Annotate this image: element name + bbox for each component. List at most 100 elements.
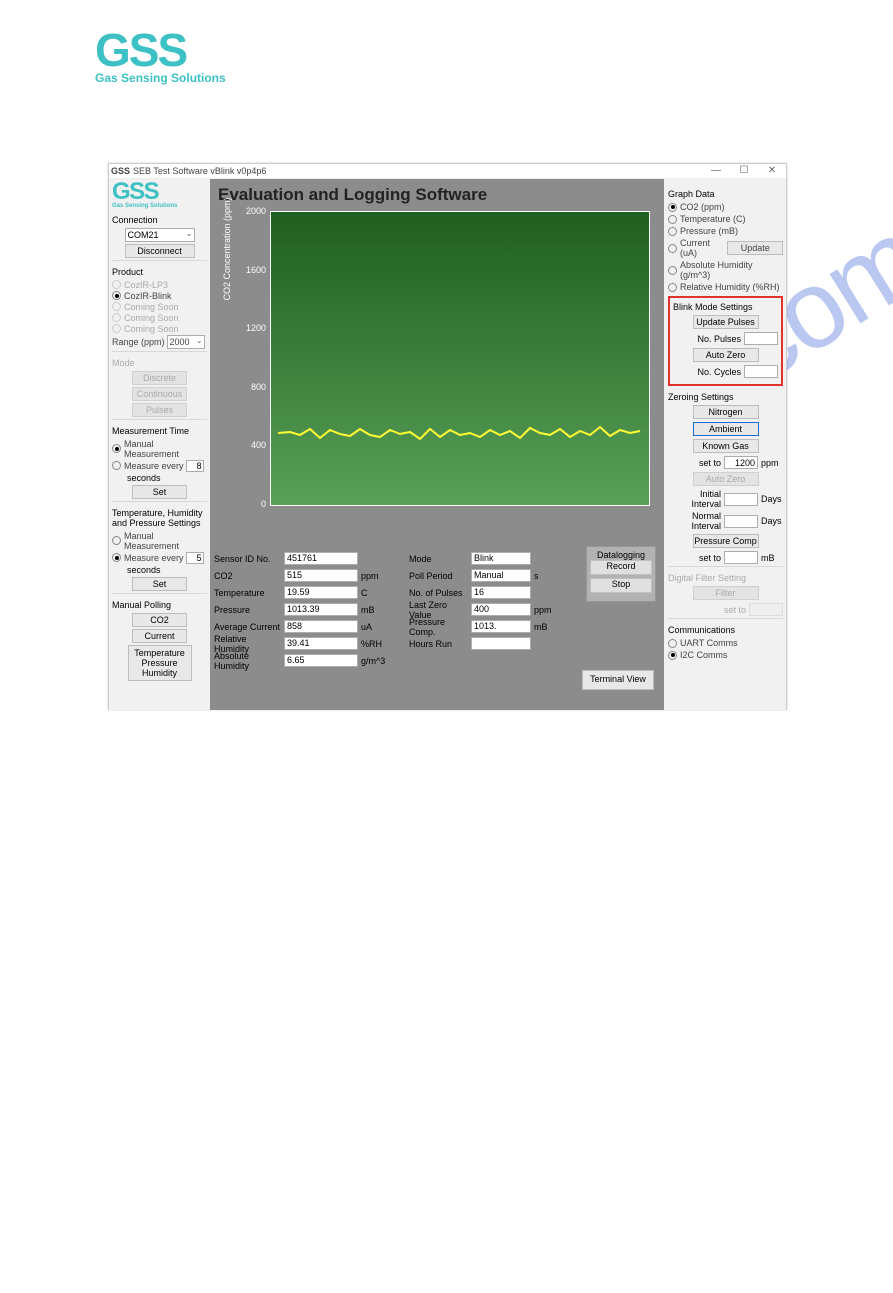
update-pulses-button[interactable]: Update Pulses [693, 315, 759, 329]
set-thp-button[interactable]: Set [132, 577, 187, 591]
data-row: Hours Run [409, 636, 589, 651]
days-unit: Days [761, 494, 783, 504]
y-axis-ticks: 2000160012008004000 [242, 206, 266, 558]
uart-radio[interactable]: UART Comms [668, 638, 783, 648]
manual-polling-label: Manual Polling [112, 600, 207, 610]
graph-radio[interactable]: Temperature (C) [668, 214, 783, 224]
chevron-down-icon: ⌄ [186, 229, 193, 238]
data-row: Pressure1013.39mB [214, 602, 409, 617]
comms-label: Communications [668, 625, 783, 635]
data-row: CO2515ppm [214, 568, 409, 583]
graph-data-label: Graph Data [668, 189, 783, 199]
setto-label: set to [668, 458, 724, 468]
pressure-comp-button[interactable]: Pressure Comp [693, 534, 759, 548]
data-row: Sensor ID No.451761 [214, 551, 409, 566]
middle-panel: Evaluation and Logging Software CO2 Conc… [210, 179, 664, 710]
thp-every-radio[interactable]: Measure every [112, 552, 207, 564]
y-axis-label: CO2 Concentration (ppm) [222, 189, 232, 309]
chart: CO2 Concentration (ppm) 2000160012008004… [220, 211, 660, 536]
product-radio: Coming Soon [112, 324, 207, 334]
graph-radio[interactable]: CO2 (ppm) [668, 202, 783, 212]
normal-input[interactable] [724, 515, 758, 528]
product-radio: Coming Soon [112, 302, 207, 312]
days-unit-2: Days [761, 516, 783, 526]
blink-mode-box: Blink Mode Settings Update Pulses No. Pu… [668, 296, 783, 386]
update-graph-button[interactable]: Update [727, 241, 783, 255]
i2c-radio[interactable]: I2C Comms [668, 650, 783, 660]
range-label: Range (ppm) [112, 337, 165, 347]
right-panel: Graph Data CO2 (ppm) Temperature (C) Press… [664, 179, 786, 710]
cycles-label: No. Cycles [673, 367, 744, 377]
data-row: Last Zero Value400ppm [409, 602, 589, 617]
auto-zero-button[interactable]: Auto Zero [693, 348, 759, 362]
product-radio: Coming Soon [112, 313, 207, 323]
titlebar[interactable]: GSS SEB Test Software vBlink v0p4p6 — ☐ … [109, 164, 786, 179]
range-select[interactable]: 2000 ⌄ [167, 335, 205, 349]
mode-button: Discrete [132, 371, 187, 385]
filter-label: Digital Filter Setting [668, 573, 783, 583]
product-radio: CozIR-LP3 [112, 280, 207, 290]
maximize-icon[interactable]: ☐ [730, 164, 758, 177]
connection-label: Connection [112, 215, 207, 225]
cycles-input[interactable] [744, 365, 778, 378]
nitrogen-button[interactable]: Nitrogen [693, 405, 759, 419]
product-label: Product [112, 267, 207, 277]
pc-input[interactable] [724, 551, 758, 564]
thp-every-input[interactable] [186, 552, 204, 564]
pulses-label: No. Pulses [673, 334, 744, 344]
poll-thp-button[interactable]: Temperature Pressure Humidity [128, 645, 192, 681]
seconds-label-2: seconds [127, 565, 207, 575]
left-panel: GSS Gas Sensing Solutions Connection COM… [109, 179, 210, 710]
pulses-input[interactable] [744, 332, 778, 345]
data-row: ModeBlink [409, 551, 589, 566]
app-logo: GSS Gas Sensing Solutions [112, 181, 207, 209]
graph-radio[interactable]: Absolute Humidity (g/m^3) [668, 260, 783, 280]
disconnect-button[interactable]: Disconnect [125, 244, 195, 258]
normal-interval-label: Normal Interval [668, 511, 724, 531]
datalogging-box: Datalogging Record Stop [586, 546, 656, 602]
graph-radio[interactable]: Current (uA)Update [668, 238, 783, 258]
manual-measure-radio[interactable]: Manual Measurement [112, 439, 207, 459]
blink-label: Blink Mode Settings [673, 302, 778, 312]
graph-radio[interactable]: Pressure (mB) [668, 226, 783, 236]
thp-label: Temperature, Humidity and Pressure Setti… [112, 508, 207, 528]
measure-every-input[interactable] [186, 460, 204, 472]
graph-radio[interactable]: Relative Humidity (%RH) [668, 282, 783, 292]
ppm-unit: ppm [761, 458, 783, 468]
close-icon[interactable]: ✕ [758, 164, 786, 177]
thp-manual-radio[interactable]: Manual Measurement [112, 531, 207, 551]
port-select[interactable]: COM21 ⌄ [125, 228, 195, 242]
datalogging-label: Datalogging [590, 550, 652, 560]
measure-every-radio[interactable]: Measure every [112, 460, 207, 472]
known-gas-button[interactable]: Known Gas [693, 439, 759, 453]
app-window: GSS SEB Test Software vBlink v0p4p6 — ☐ … [108, 163, 787, 710]
mode-button: Continuous [132, 387, 187, 401]
data-panel: Sensor ID No.451761 CO2515ppm Temperature1… [210, 544, 664, 710]
data-row: Absolute Humidity6.65g/m^3 [214, 653, 409, 668]
mode-label: Mode [112, 358, 207, 368]
stop-button[interactable]: Stop [590, 578, 652, 593]
terminal-button[interactable]: Terminal View [582, 670, 654, 690]
data-row: Relative Humidity39.41%RH [214, 636, 409, 651]
filter-button: Filter [693, 586, 759, 600]
seconds-label: seconds [127, 473, 207, 483]
data-row: Average Current858uA [214, 619, 409, 634]
pc-set-label: set to [668, 553, 724, 563]
gss-logo: GSS Gas Sensing Solutions [95, 30, 893, 85]
record-button[interactable]: Record [590, 560, 652, 575]
ambient-button[interactable]: Ambient [693, 422, 759, 436]
initial-interval-label: Initial Interval [668, 489, 724, 509]
data-row: No. of Pulses16 [409, 585, 589, 600]
set-meas-button[interactable]: Set [132, 485, 187, 499]
setto-input[interactable] [724, 456, 758, 469]
initial-input[interactable] [724, 493, 758, 506]
poll-current-button[interactable]: Current [132, 629, 187, 643]
data-row: Temperature19.59C [214, 585, 409, 600]
product-radio[interactable]: CozIR-Blink [112, 291, 207, 301]
minimize-icon[interactable]: — [702, 164, 730, 177]
zeroing-label: Zeroing Settings [668, 392, 783, 402]
poll-co2-button[interactable]: CO2 [132, 613, 187, 627]
data-row: Poll PeriodManuals [409, 568, 589, 583]
app-title: Evaluation and Logging Software [218, 185, 487, 205]
auto-zero-2-button: Auto Zero [693, 472, 759, 486]
